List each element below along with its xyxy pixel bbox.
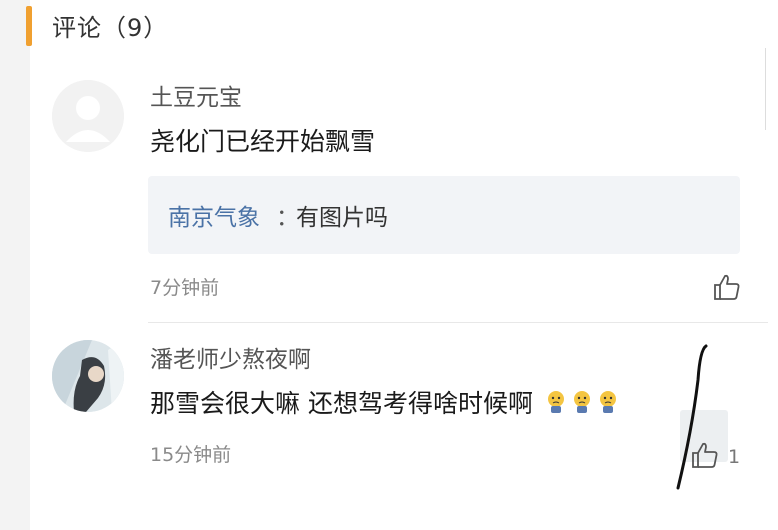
handwritten-stroke-annotation — [676, 344, 708, 490]
